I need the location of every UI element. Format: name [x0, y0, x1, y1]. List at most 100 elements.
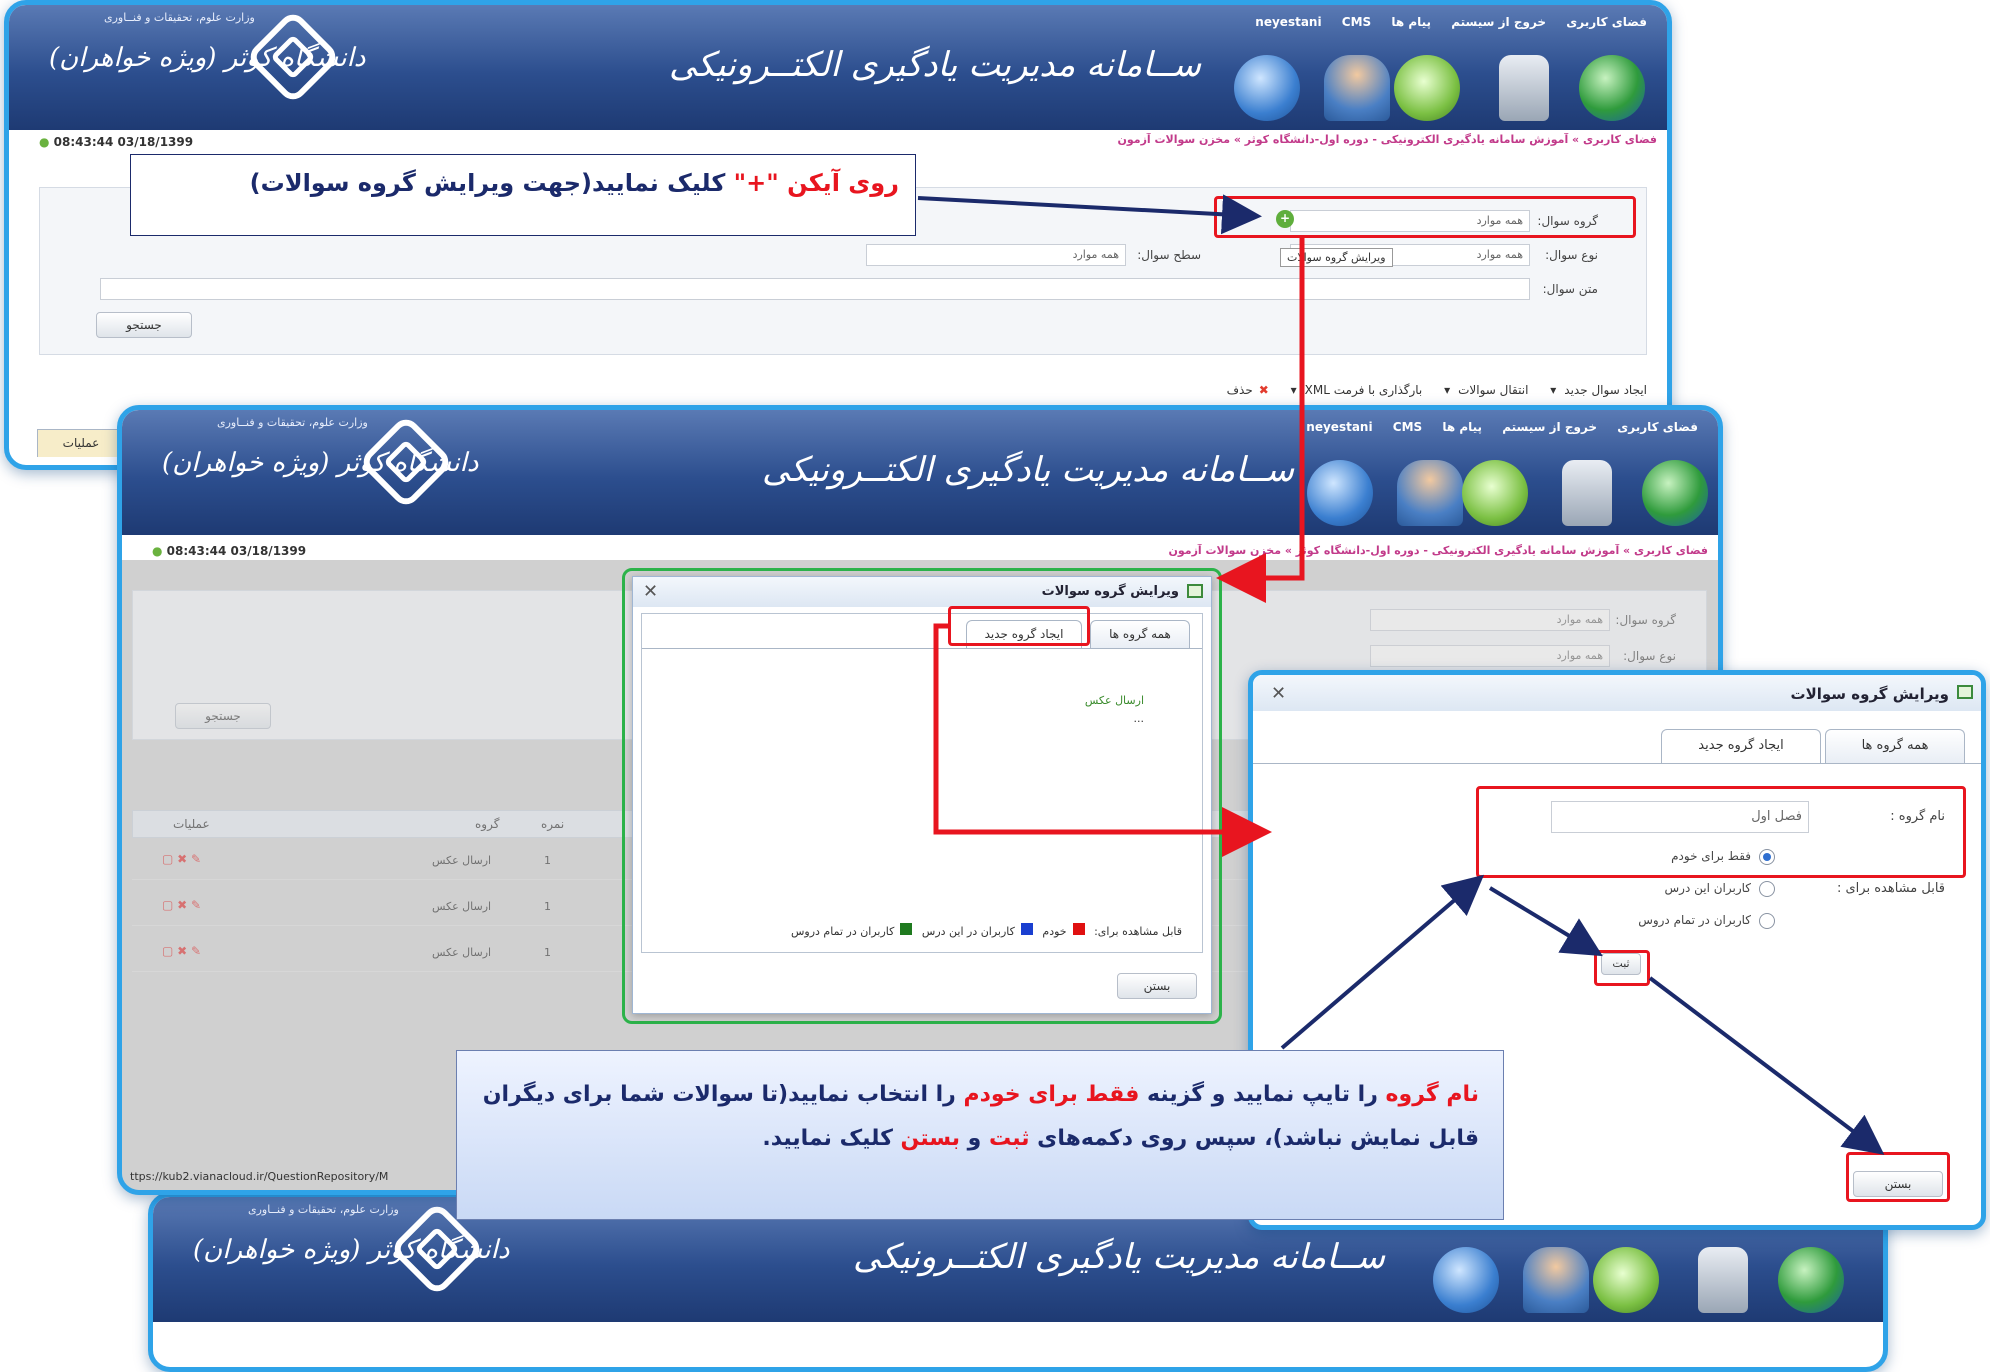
legend-all: کاربران در تمام دروس: [790, 925, 895, 938]
search-button[interactable]: جستجو: [175, 703, 271, 729]
toolbar: ایجاد سوال جدید ▾ انتقال سوالات ▾ بارگذاری…: [39, 383, 1647, 407]
dialog-title-icon: [1957, 685, 1973, 699]
table-header-actions: عملیات: [37, 429, 125, 457]
delete-button[interactable]: حذف: [1227, 383, 1253, 397]
mail-icon[interactable]: [1462, 460, 1528, 526]
radio-all-courses[interactable]: [1759, 913, 1775, 929]
lock-icon[interactable]: [1562, 460, 1612, 526]
legend-self: خودم: [1042, 925, 1067, 938]
row-actions-icons[interactable]: ▢ ✖ ✎: [162, 852, 201, 866]
legend: قابل مشاهده برای: خودم کاربران در این در…: [791, 923, 1182, 938]
note1-part-a: روی آیکن: [778, 169, 899, 197]
close-icon[interactable]: ✕: [643, 581, 658, 602]
chevron-down-icon[interactable]: ▾: [1444, 383, 1450, 397]
highlight-add-group: [1214, 196, 1636, 238]
tabs-underline: [1253, 763, 1981, 764]
link-cms[interactable]: CMS: [1342, 15, 1371, 29]
row-group: ارسال عکس: [432, 946, 492, 959]
link-user-space[interactable]: فضای کاربری: [1566, 15, 1647, 29]
system-title: ســامانه مدیریت یادگیری الکتــرونیکی: [853, 1237, 1386, 1277]
globe-icon[interactable]: [1642, 460, 1708, 526]
header-actions: عملیات: [173, 817, 210, 831]
radio-course-users[interactable]: [1759, 881, 1775, 897]
note1-part-c: کلیک نمایید(جهت ویرایش گروه سوالات): [249, 169, 734, 197]
system-title: ســامانه مدیریت یادگیری الکتــرونیکی: [762, 450, 1295, 490]
status-url: ttps://kub2.vianacloud.ir/QuestionReposi…: [130, 1170, 389, 1183]
text-label: متن سوال:: [1542, 282, 1598, 296]
header-banner: وزارت علوم، تحقیقات و فنــاوری دانشگاه ک…: [9, 5, 1667, 130]
legend-swatch-self: [1072, 923, 1085, 935]
link-messages[interactable]: پیام ها: [1442, 420, 1482, 434]
link-logout[interactable]: خروج از سیستم: [1451, 15, 1546, 29]
tab-new-group[interactable]: ایجاد گروه جدید: [1661, 729, 1821, 763]
visible-for-label: قابل مشاهده برای :: [1836, 881, 1945, 896]
upload-xml-button[interactable]: بارگذاری با فرمت XML: [1305, 383, 1423, 397]
type-label: نوع سوال:: [1623, 649, 1676, 663]
top-links: فضای کاربری خروج از سیستم پیام ها neyest…: [1239, 15, 1647, 29]
lock-icon[interactable]: [1698, 1247, 1748, 1313]
note2-p2: را تایپ نمایید و گزینه: [1139, 1082, 1386, 1107]
note2-p7: بستن: [900, 1126, 960, 1151]
close-button[interactable]: بستن: [1117, 973, 1197, 999]
globe-icon[interactable]: [1778, 1247, 1844, 1313]
home-icon[interactable]: [1307, 460, 1373, 526]
row-actions-icons[interactable]: ▢ ✖ ✎: [162, 944, 201, 958]
group-label: گروه سوال:: [1615, 613, 1676, 627]
note2-p3: فقط برای خودم: [963, 1082, 1140, 1107]
row-score: 1: [544, 946, 551, 959]
user-icon[interactable]: [1523, 1247, 1589, 1313]
ministry-label: وزارت علوم، تحقیقات و فنــاوری: [248, 1203, 399, 1216]
home-icon[interactable]: [1234, 55, 1300, 121]
close-icon[interactable]: ✕: [1271, 683, 1286, 704]
delete-icon[interactable]: ✖: [1259, 383, 1269, 397]
breadcrumb: فضای کاربری » آموزش سامانه یادگیری الکتر…: [9, 133, 1667, 151]
top-links: فضای کاربری خروج از سیستم پیام ها neyest…: [1290, 420, 1698, 434]
row-score: 1: [544, 900, 551, 913]
header-banner-middle: وزارت علوم، تحقیقات و فنــاوری دانشگاه ک…: [122, 410, 1718, 535]
lock-icon[interactable]: [1499, 55, 1549, 121]
highlight-submit: [1594, 950, 1650, 986]
highlight-tab-new: [948, 606, 1090, 646]
dialog-title-icon: [1187, 584, 1203, 598]
ministry-label: وزارت علوم، تحقیقات و فنــاوری: [104, 11, 255, 24]
link-user-space[interactable]: فضای کاربری: [1617, 420, 1698, 434]
new-question-button[interactable]: ایجاد سوال جدید: [1564, 383, 1647, 397]
note-instructions: نام گروه را تایپ نمایید و گزینه فقط برای…: [456, 1050, 1504, 1220]
search-button[interactable]: جستجو: [96, 312, 192, 338]
legend-course: کاربران در این درس: [921, 925, 1015, 938]
opt-all-label: کاربران در تمام دروس: [1638, 913, 1751, 927]
mail-icon[interactable]: [1394, 55, 1460, 121]
chevron-down-icon[interactable]: ▾: [1291, 383, 1297, 397]
tab-all-groups[interactable]: همه گروه ها: [1825, 729, 1965, 763]
mail-icon[interactable]: [1593, 1247, 1659, 1313]
dialog-edit-groups: ویرایش گروه سوالات ✕ همه گروه ها ایجاد گ…: [632, 576, 1212, 1014]
user-icon[interactable]: [1397, 460, 1463, 526]
home-icon[interactable]: [1433, 1247, 1499, 1313]
group-select[interactable]: همه موارد: [1370, 609, 1610, 631]
chevron-down-icon[interactable]: ▾: [1550, 383, 1556, 397]
link-username[interactable]: neyestani: [1255, 15, 1321, 29]
link-logout[interactable]: خروج از سیستم: [1502, 420, 1597, 434]
tree-item[interactable]: ارسال عکس: [1085, 694, 1144, 707]
tab-all-groups[interactable]: همه گروه ها: [1090, 620, 1190, 648]
globe-icon[interactable]: [1579, 55, 1645, 121]
level-label: سطح سوال:: [1137, 248, 1201, 262]
user-icon[interactable]: [1324, 55, 1390, 121]
row-score: 1: [544, 854, 551, 867]
opt-course-label: کاربران این درس: [1664, 881, 1752, 895]
level-select[interactable]: همه موارد: [866, 244, 1126, 266]
link-cms[interactable]: CMS: [1393, 420, 1422, 434]
type-label: نوع سوال:: [1545, 248, 1598, 262]
tree-more: ...: [1133, 712, 1145, 725]
link-messages[interactable]: پیام ها: [1391, 15, 1431, 29]
clock: 08:43:44 03/18/1399: [39, 135, 193, 149]
clock: 08:43:44 03/18/1399: [152, 544, 306, 558]
move-questions-button[interactable]: انتقال سوالات: [1458, 383, 1528, 397]
link-username[interactable]: neyestani: [1306, 420, 1372, 434]
university-name: دانشگاه کوثر (ویژه خواهران): [162, 448, 479, 478]
ministry-label: وزارت علوم، تحقیقات و فنــاوری: [217, 416, 368, 429]
row-actions-icons[interactable]: ▢ ✖ ✎: [162, 898, 201, 912]
type-select[interactable]: همه موارد: [1370, 645, 1610, 667]
question-text-input[interactable]: [100, 278, 1530, 300]
note2-p5: ثبت: [988, 1126, 1030, 1151]
